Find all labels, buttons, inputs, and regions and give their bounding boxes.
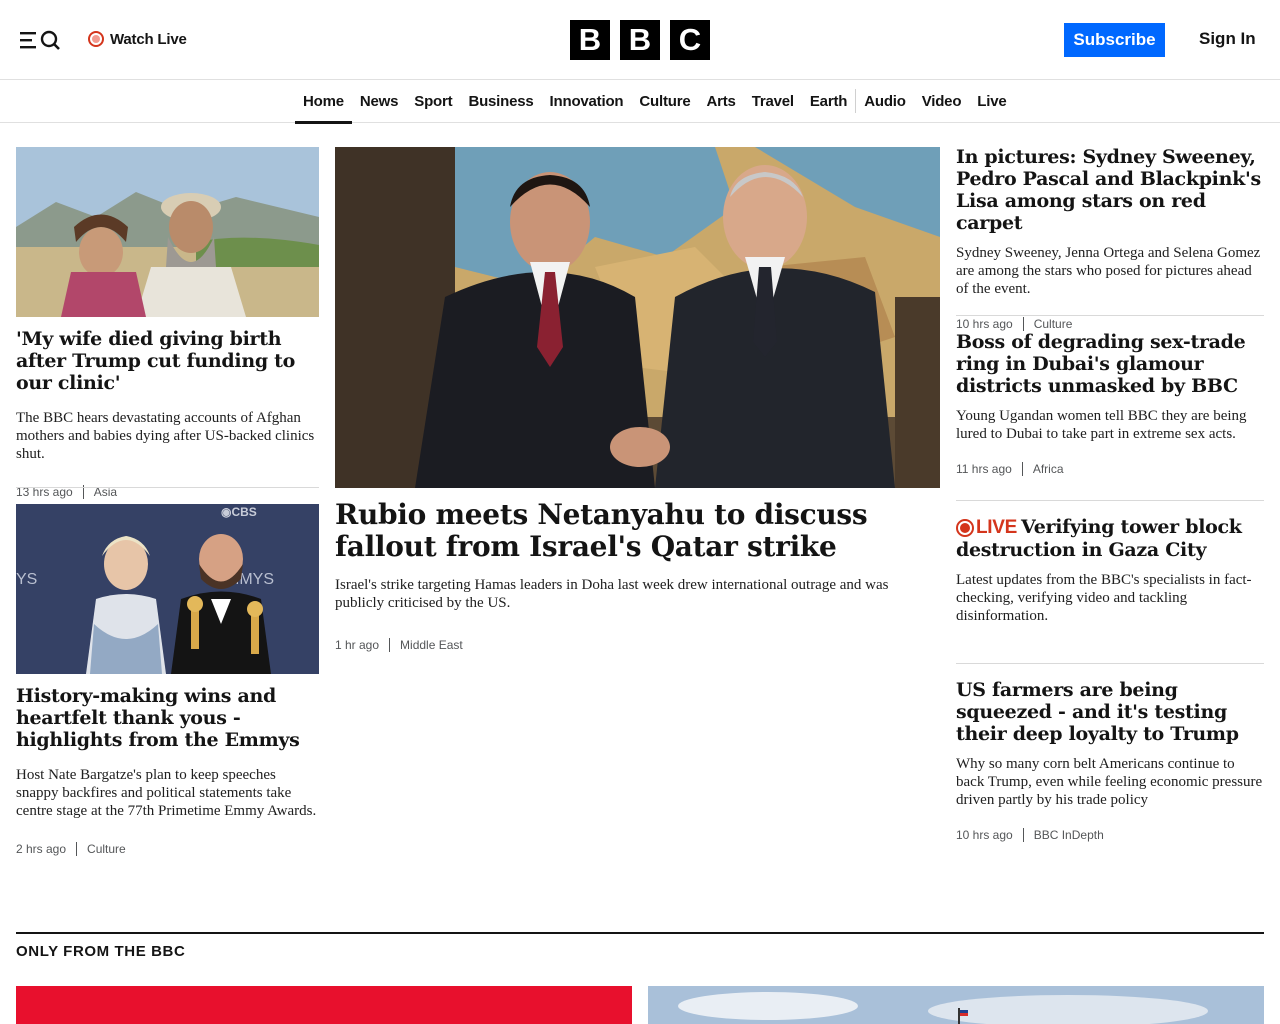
story-meta: 2 hrs ago Culture	[16, 840, 319, 858]
nav-item-home[interactable]: Home	[295, 80, 352, 124]
story-category[interactable]: Africa	[1021, 462, 1064, 476]
story-headline: In pictures: Sydney Sweeney, Pedro Pasca…	[956, 146, 1261, 234]
promo-image-left[interactable]	[16, 986, 632, 1024]
nav-item-audio[interactable]: Audio	[855, 89, 914, 113]
nav-item-earth[interactable]: Earth	[802, 80, 855, 123]
nav-item-innovation[interactable]: Innovation	[542, 80, 632, 123]
story-headline: LIVE Verifying tower block destruction i…	[956, 516, 1264, 561]
nav-item-live[interactable]: Live	[969, 80, 1014, 123]
menu-search-button[interactable]	[20, 26, 64, 54]
story-time: 10 hrs ago	[956, 317, 1013, 331]
story-time: 1 hr ago	[335, 638, 380, 652]
story-meta: 11 hrs ago Africa	[956, 460, 1264, 478]
story-card-gaza-live[interactable]: LIVE Verifying tower block destruction i…	[956, 516, 1264, 625]
story-card-afghan-clinic[interactable]: 'My wife died giving birth after Trump c…	[16, 328, 319, 501]
divider	[16, 487, 319, 488]
nav-item-news[interactable]: News	[352, 80, 406, 123]
story-headline: 'My wife died giving birth after Trump c…	[16, 328, 296, 394]
story-meta: 1 hr ago Middle East	[335, 636, 940, 654]
svg-text:YS: YS	[16, 571, 37, 588]
logo-letter: B	[570, 20, 610, 60]
menu-search-icon	[20, 30, 60, 50]
story-image-emmys[interactable]: ◉CBS MMYS YS	[16, 504, 319, 674]
sign-in-link[interactable]: Sign In	[1199, 29, 1256, 49]
main-nav: Home News Sport Business Innovation Cult…	[0, 80, 1280, 124]
story-time: 11 hrs ago	[956, 462, 1012, 476]
story-category[interactable]: Culture	[1022, 317, 1072, 331]
story-category[interactable]: Middle East	[389, 638, 463, 652]
story-headline: US farmers are being squeezed - and it's…	[956, 679, 1239, 745]
divider	[956, 315, 1264, 316]
top-bar: Watch Live B B C Subscribe Sign In	[0, 0, 1280, 80]
logo-letter: C	[670, 20, 710, 60]
story-card-emmys[interactable]: History-making wins and heartfelt thank …	[16, 685, 319, 858]
bbc-logo[interactable]: B B C	[570, 20, 710, 60]
story-summary: Why so many corn belt Americans continue…	[956, 756, 1263, 808]
story-category[interactable]: Culture	[76, 842, 126, 856]
lead-headline: Rubio meets Netanyahu to discuss fallout…	[335, 498, 868, 563]
live-dot-icon	[88, 31, 104, 47]
nav-item-business[interactable]: Business	[460, 80, 541, 123]
watch-live-label: Watch Live	[110, 30, 187, 48]
story-card-dubai-ring[interactable]: Boss of degrading sex-trade ring in Duba…	[956, 331, 1264, 478]
subscribe-button[interactable]: Subscribe	[1064, 23, 1165, 57]
story-summary: The BBC hears devastating accounts of Af…	[16, 410, 315, 462]
live-label: LIVE	[976, 517, 1018, 538]
lead-summary: Israel's strike targeting Hamas leaders …	[335, 577, 889, 611]
story-summary: Sydney Sweeney, Jenna Ortega and Selena …	[956, 245, 1261, 297]
story-meta: 13 hrs ago Asia	[16, 483, 319, 501]
nav-item-sport[interactable]: Sport	[406, 80, 460, 123]
logo-letter: B	[620, 20, 660, 60]
nav-item-culture[interactable]: Culture	[631, 80, 698, 123]
story-time: 2 hrs ago	[16, 842, 67, 856]
divider	[956, 663, 1264, 664]
svg-text:◉CBS: ◉CBS	[221, 505, 257, 519]
nav-item-video[interactable]: Video	[914, 80, 970, 123]
nav-item-travel[interactable]: Travel	[744, 80, 802, 123]
story-card-us-farmers[interactable]: US farmers are being squeezed - and it's…	[956, 679, 1264, 844]
story-summary: Latest updates from the BBC's specialist…	[956, 572, 1252, 624]
section-rule	[16, 932, 1264, 934]
story-card-red-carpet[interactable]: In pictures: Sydney Sweeney, Pedro Pasca…	[956, 146, 1264, 333]
section-title: ONLY FROM THE BBC	[16, 943, 186, 960]
divider	[956, 500, 1264, 501]
story-category[interactable]: BBC InDepth	[1022, 828, 1104, 842]
nav-item-arts[interactable]: Arts	[698, 80, 743, 123]
live-dot-icon	[956, 519, 974, 537]
watch-live-link[interactable]: Watch Live	[88, 29, 187, 49]
promo-image-right[interactable]	[648, 986, 1264, 1024]
story-image-afghan-clinic[interactable]	[16, 147, 319, 317]
story-image-rubio-netanyahu[interactable]	[335, 147, 940, 488]
story-card-lead[interactable]: Rubio meets Netanyahu to discuss fallout…	[335, 499, 940, 654]
story-time: 10 hrs ago	[956, 828, 1013, 842]
story-headline: Boss of degrading sex-trade ring in Duba…	[956, 331, 1246, 397]
story-summary: Young Ugandan women tell BBC they are be…	[956, 408, 1247, 442]
story-headline: History-making wins and heartfelt thank …	[16, 685, 300, 751]
live-badge: LIVE	[956, 517, 1017, 539]
story-meta: 10 hrs ago BBC InDepth	[956, 826, 1264, 844]
story-summary: Host Nate Bargatze's plan to keep speech…	[16, 767, 317, 819]
